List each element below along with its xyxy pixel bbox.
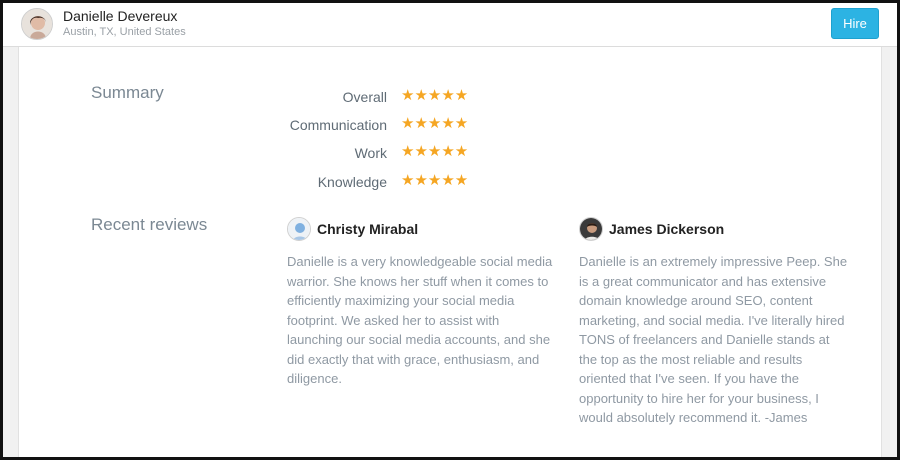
summary-heading: Summary: [91, 83, 164, 102]
rating-label-communication: Communication: [289, 117, 387, 133]
default-user-icon: [288, 218, 310, 240]
profile-window: Danielle Devereux Austin, TX, United Sta…: [0, 0, 900, 460]
profile-location: Austin, TX, United States: [63, 26, 186, 38]
review-text: Danielle is a very knowledgeable social …: [287, 254, 553, 386]
rating-label-work: Work: [354, 145, 387, 161]
reviewer-avatar: [287, 217, 311, 241]
rating-stars-overall: ★★★★★: [401, 87, 469, 104]
profile-avatar[interactable]: [21, 8, 53, 40]
user-photo-icon: [580, 218, 602, 240]
recent-reviews-heading: Recent reviews: [91, 215, 208, 234]
reviewer-avatar: [579, 217, 603, 241]
profile-header: Danielle Devereux Austin, TX, United Sta…: [3, 3, 897, 47]
review-text: Danielle is an extremely impressive Peep…: [579, 254, 848, 425]
user-photo-icon: [22, 9, 52, 39]
profile-name: Danielle Devereux: [63, 8, 178, 24]
rating-stars-communication: ★★★★★: [401, 115, 469, 132]
reviewer-name: James Dickerson: [609, 221, 725, 237]
rating-label-knowledge: Knowledge: [317, 174, 387, 190]
reviewer-name: Christy Mirabal: [317, 221, 419, 237]
right-page-rail: [881, 47, 897, 457]
rating-stars-knowledge: ★★★★★: [401, 172, 469, 189]
hire-button[interactable]: Hire: [831, 8, 879, 39]
rating-label-overall: Overall: [342, 89, 387, 105]
left-page-rail: [3, 47, 19, 457]
rating-stars-work: ★★★★★: [401, 143, 469, 160]
